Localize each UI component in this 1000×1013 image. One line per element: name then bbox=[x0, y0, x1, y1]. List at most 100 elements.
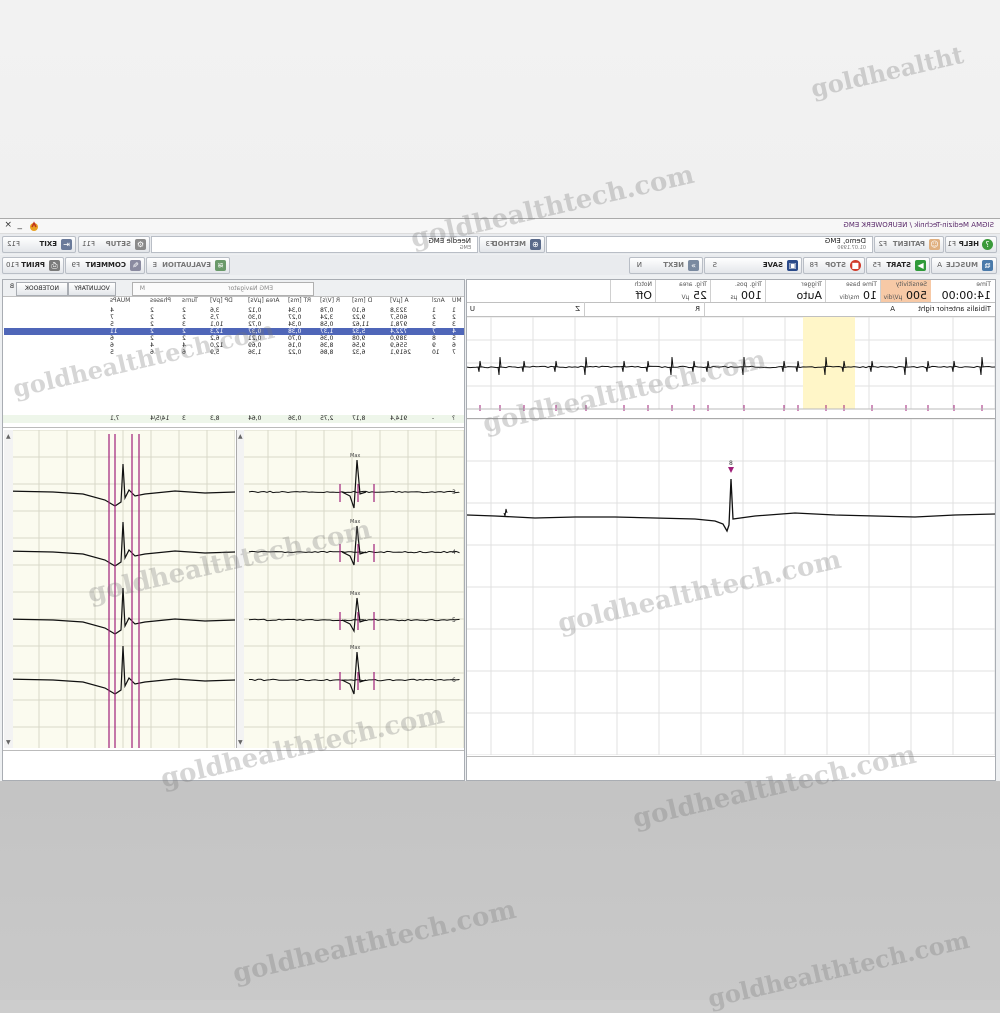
timebase-control[interactable]: Time base 10 ms/div bbox=[825, 280, 881, 302]
table-footer-cell: 0,36 bbox=[288, 415, 302, 422]
muscle-button[interactable]: ⧉ MUSCLE A bbox=[931, 257, 997, 274]
table-cell: 2 bbox=[182, 314, 186, 321]
trigger-marker-icon bbox=[728, 467, 734, 473]
scrollbar bbox=[237, 430, 244, 748]
unit-number-label: 3 bbox=[452, 489, 456, 496]
table-cell: 6,10 bbox=[352, 307, 366, 314]
sensitivity-control[interactable]: Sensitivity 500 µV/div bbox=[880, 280, 931, 302]
trigger-window-highlight bbox=[803, 317, 855, 409]
table-cell: 2 bbox=[150, 321, 154, 328]
spike-mark bbox=[903, 356, 908, 376]
table-cell: 7 bbox=[432, 328, 436, 335]
scroll-up-icon: ▲ bbox=[238, 433, 243, 440]
toolbar-secondary: ⧉ MUSCLE A ▶ START F5 ■ STOP F8 ▣ SAVE S… bbox=[0, 255, 1000, 275]
trigger-position-control[interactable]: Trig. pos. 100 µs bbox=[710, 280, 766, 302]
table-cell: 3 bbox=[432, 321, 436, 328]
next-button[interactable]: » NEXT N bbox=[629, 257, 703, 274]
unit-number-label: 4 bbox=[452, 549, 456, 556]
table-cell: 1,36 bbox=[248, 349, 262, 356]
table-cell: 5,32 bbox=[352, 328, 366, 335]
table-cell: 0,78 bbox=[320, 307, 334, 314]
unit-number-label: 5 bbox=[452, 617, 456, 624]
muscle-name: Tibialis anterior right bbox=[918, 305, 991, 313]
max-label: Max bbox=[350, 645, 360, 651]
voluntary-button[interactable]: VOLUNTARY bbox=[68, 282, 116, 296]
trigger-control[interactable]: Trigger Auto bbox=[765, 280, 826, 302]
muscle-site: A bbox=[890, 305, 895, 313]
table-header-cell: Phases bbox=[150, 297, 172, 304]
patient-icon: ☺ bbox=[929, 239, 940, 250]
evaluation-icon: ≋ bbox=[215, 260, 226, 271]
evaluation-button[interactable]: ≋ EVALUATION E bbox=[146, 257, 230, 274]
help-button[interactable]: ? HELP F1 bbox=[945, 236, 997, 253]
time-display: Time 14:00:00 bbox=[930, 280, 995, 302]
table-cell: 8 bbox=[432, 335, 436, 342]
table-row[interactable]: 1 1 323,8 6,10 0,78 0,34 0,12 3,6 2 2 4 bbox=[4, 307, 464, 314]
table-cell: 389,0 bbox=[390, 335, 408, 342]
table-header-cell: Area [µVs] bbox=[248, 297, 280, 304]
table-header: MU Anzl A [µV] D [ms] R [V/s] RT [ms] Area [µV… bbox=[3, 297, 464, 306]
toolbar-main: ? HELP F1 ☺ PATIENT F2 Demo, EMG 01.07.1… bbox=[0, 234, 1000, 254]
table-cell: 0,27 bbox=[288, 314, 302, 321]
table-cell: 978,1 bbox=[390, 321, 408, 328]
comment-button[interactable]: ✎ COMMENT F9 bbox=[65, 257, 145, 274]
table-cell: 11 bbox=[110, 328, 118, 335]
play-icon: ▶ bbox=[915, 260, 926, 271]
table-footer-cell: 0,64 bbox=[248, 415, 262, 422]
table-cell: 6 bbox=[110, 335, 114, 342]
close-button[interactable]: × bbox=[4, 220, 12, 230]
patient-field[interactable]: Demo, EMG 01.07.1990 bbox=[546, 236, 873, 253]
table-cell: 2 bbox=[150, 328, 154, 335]
muscle-icon: ⧉ bbox=[982, 260, 993, 271]
table-cell: 556,9 bbox=[390, 342, 408, 349]
max-label: Max bbox=[350, 591, 360, 597]
muap-trace bbox=[249, 678, 460, 682]
minimize-button[interactable]: _ bbox=[18, 220, 23, 230]
table-footer-cell: - bbox=[432, 415, 435, 422]
navigator-header: EMG Navigator M VOLUNTARY NOTEBOOK B bbox=[3, 280, 464, 297]
emg-navigator-tab[interactable]: EMG Navigator M bbox=[132, 282, 314, 296]
scrollbar bbox=[4, 430, 13, 748]
table-cell: 722,4 bbox=[390, 328, 408, 335]
table-cell: 0,36 bbox=[320, 335, 334, 342]
table-footer-cell: 8,17 bbox=[352, 415, 366, 422]
muap-waveform bbox=[341, 597, 367, 633]
trigger-area-control[interactable]: Trig. area 25 µV bbox=[655, 280, 711, 302]
help-icon: ? bbox=[982, 239, 993, 250]
emg-application-window: SIGMA Medizin-Technik / NEUROWERK EMG _ … bbox=[0, 218, 1000, 781]
app-logo-icon bbox=[28, 220, 40, 232]
muap-trace bbox=[248, 490, 460, 494]
analysis-panel: EMG Navigator M VOLUNTARY NOTEBOOK B MU A… bbox=[2, 279, 465, 781]
muap-superimposed-svg: Max3Max4Max5Max6▲▼ bbox=[237, 429, 465, 748]
table-header-cell: A [µV] bbox=[390, 297, 409, 304]
setup-button[interactable]: ⚙ SETUP F11 bbox=[78, 236, 150, 253]
muap-waveform bbox=[466, 478, 996, 533]
start-button[interactable]: ▶ START F5 bbox=[866, 257, 930, 274]
method-button[interactable]: ⊕ METHOD F3 bbox=[479, 236, 545, 253]
table-footer: ? -914,4 8,17 2,75 0,36 0,64 8,3 3 14/5/4 7,1 bbox=[3, 415, 464, 423]
table-cell: 9,08 bbox=[352, 335, 366, 342]
unit-number-label: 6 bbox=[452, 677, 456, 684]
table-cell: 0,38 bbox=[288, 328, 302, 335]
scroll-down-icon: ▼ bbox=[6, 739, 11, 746]
exit-button[interactable]: ⇤ EXIT F12 bbox=[2, 236, 76, 253]
table-cell: 2 bbox=[150, 314, 154, 321]
table-header-cell: Turns bbox=[182, 297, 198, 304]
table-cell: 0,58 bbox=[320, 321, 334, 328]
print-button[interactable]: ⎙ PRINT F10 bbox=[2, 257, 64, 274]
table-footer-cell: 3 bbox=[182, 415, 186, 422]
table-cell: 9 bbox=[432, 342, 436, 349]
table-cell: 0,34 bbox=[288, 321, 302, 328]
notch-control[interactable]: Notch Off bbox=[610, 280, 656, 302]
table-cell: 1 bbox=[432, 307, 436, 314]
table-cell: 8,36 bbox=[320, 342, 334, 349]
stop-button[interactable]: ■ STOP F8 bbox=[803, 257, 865, 274]
table-row[interactable]: 2 2 605,7 9,22 3,24 0,27 0,30 7,5 2 2 7 bbox=[4, 314, 464, 321]
table-cell: 10 bbox=[432, 349, 440, 356]
notebook-button[interactable]: NOTEBOOK bbox=[16, 282, 68, 296]
muap-superimposed-view[interactable]: Max 3 Max 4 Max 5 Max 6 ▲ ▼ bbox=[236, 429, 465, 748]
patient-button[interactable]: ☺ PATIENT F2 bbox=[874, 236, 944, 253]
table-cell: 4 bbox=[110, 307, 114, 314]
artifact-mark bbox=[503, 508, 508, 517]
save-button[interactable]: ▣ SAVE S bbox=[704, 257, 802, 274]
